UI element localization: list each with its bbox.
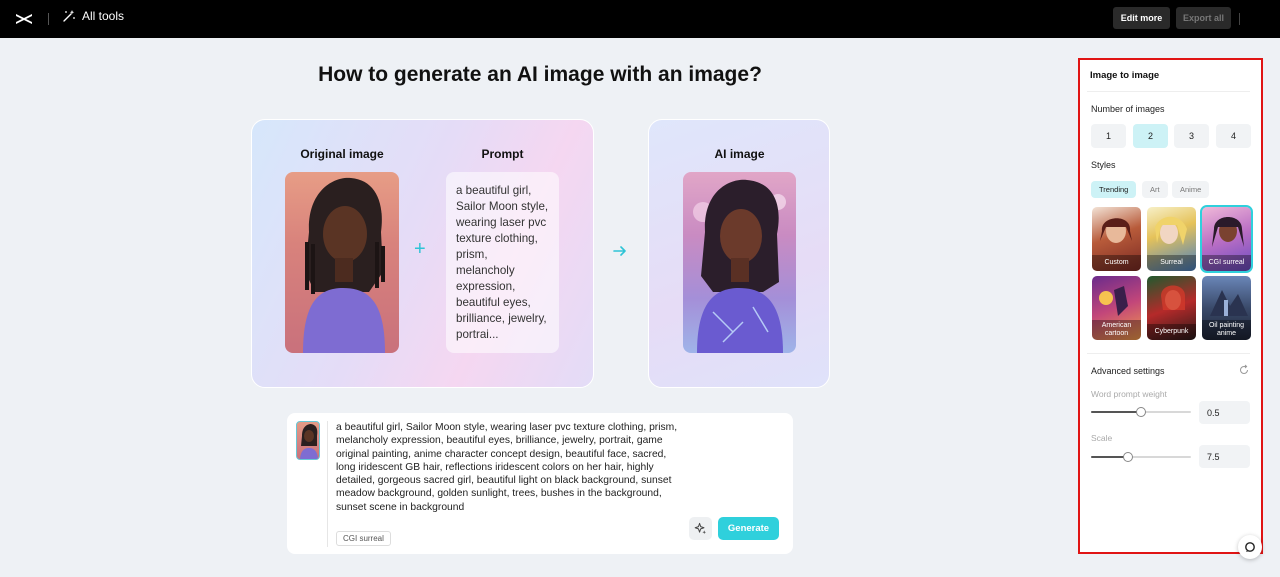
style-caption: CGI surreal — [1202, 255, 1251, 271]
tab-art[interactable]: Art — [1142, 181, 1168, 198]
style-tile-surreal[interactable]: Surreal — [1147, 207, 1196, 271]
tab-trending[interactable]: Trending — [1091, 181, 1137, 198]
styles-label: Styles — [1091, 160, 1116, 170]
style-caption: Surreal — [1147, 255, 1196, 271]
plus-icon: + — [414, 238, 426, 260]
style-caption: Custom — [1092, 255, 1141, 271]
style-caption: Cyberpunk — [1147, 324, 1196, 340]
all-tools-button[interactable]: All tools — [62, 9, 124, 23]
style-tile-custom[interactable]: Custom — [1092, 207, 1141, 271]
magic-wand-icon — [63, 10, 75, 22]
style-tile-cyberpunk[interactable]: Cyberpunk — [1147, 276, 1196, 340]
original-image-label: Original image — [300, 147, 384, 161]
word-weight-value[interactable]: 0.5 — [1199, 401, 1250, 424]
sparkle-icon — [694, 522, 707, 535]
page-title: How to generate an AI image with an imag… — [318, 63, 762, 86]
panel-title: Image to image — [1090, 70, 1160, 81]
prompt-preview: a beautiful girl, Sailor Moon style, wea… — [446, 172, 559, 353]
arrow-right-icon — [613, 246, 626, 256]
help-button[interactable] — [1238, 535, 1262, 559]
generate-button[interactable]: Generate — [718, 517, 779, 540]
style-tile-oil-painting-anime[interactable]: Oil painting anime — [1202, 276, 1251, 340]
prompt-text[interactable]: a beautiful girl, Sailor Moon style, wea… — [336, 421, 684, 514]
magic-prompt-button[interactable] — [689, 517, 712, 540]
ai-image — [683, 172, 796, 353]
divider — [1239, 13, 1240, 25]
advanced-settings-label: Advanced settings — [1091, 366, 1165, 376]
tab-anime[interactable]: Anime — [1172, 181, 1210, 198]
scale-slider-handle[interactable] — [1123, 452, 1133, 462]
scale-value[interactable]: 7.5 — [1199, 445, 1250, 468]
edit-more-button[interactable]: Edit more — [1113, 7, 1170, 29]
divider — [1087, 91, 1250, 92]
all-tools-label: All tools — [82, 9, 125, 23]
scale-label: Scale — [1091, 433, 1113, 443]
selected-style-tag[interactable]: CGI surreal — [336, 531, 391, 546]
uploaded-image-thumbnail[interactable] — [296, 421, 320, 460]
divider — [48, 13, 49, 25]
top-bar: All tools Edit more Export all — [0, 0, 1280, 38]
word-prompt-weight-label: Word prompt weight — [1091, 389, 1167, 399]
num-images-1-button[interactable]: 1 — [1091, 124, 1126, 148]
capcut-logo-icon[interactable] — [14, 9, 34, 29]
divider — [1087, 353, 1250, 354]
export-all-button[interactable]: Export all — [1176, 7, 1231, 29]
chat-bubble-icon — [1245, 542, 1255, 552]
num-images-2-button[interactable]: 2 — [1133, 124, 1168, 148]
prompt-label: Prompt — [481, 147, 524, 161]
word-weight-slider-fill — [1091, 411, 1141, 413]
num-images-3-button[interactable]: 3 — [1174, 124, 1209, 148]
divider — [327, 421, 328, 547]
style-caption: Oil painting anime — [1202, 320, 1251, 340]
ai-image-label: AI image — [714, 147, 765, 161]
original-image — [285, 172, 399, 353]
word-weight-slider-handle[interactable] — [1136, 407, 1146, 417]
number-of-images-label: Number of images — [1091, 104, 1165, 114]
num-images-4-button[interactable]: 4 — [1216, 124, 1251, 148]
style-tile-cgi-surreal[interactable]: CGI surreal — [1200, 205, 1253, 273]
style-caption: American cartoon — [1092, 320, 1141, 340]
style-tile-american-cartoon[interactable]: American cartoon — [1092, 276, 1141, 340]
reset-icon[interactable] — [1238, 364, 1250, 376]
